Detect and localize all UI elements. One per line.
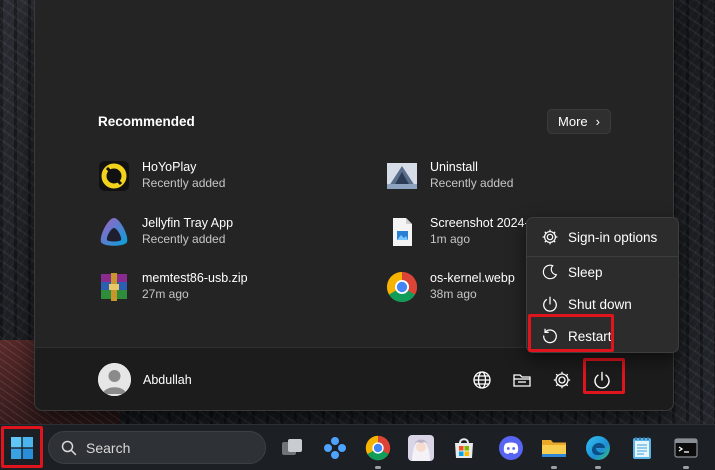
gear-icon (539, 226, 561, 248)
task-view-icon[interactable] (277, 433, 307, 463)
user-name: Abdullah (143, 373, 192, 387)
sign-in-options-menu-item[interactable]: Sign-in options (531, 222, 676, 252)
recommended-item-uninstall[interactable]: Uninstall Recently added (386, 156, 626, 196)
notepad-icon[interactable] (627, 433, 657, 463)
edge-icon[interactable] (583, 433, 613, 463)
power-icon (539, 293, 561, 315)
more-label: More (558, 114, 588, 129)
item-subtitle: Recently added (430, 176, 514, 190)
restart-highlight (528, 314, 614, 352)
recommended-item-hoyoplay[interactable]: HoYoPlay Recently added (98, 156, 338, 196)
item-name: memtest86-usb.zip (142, 271, 248, 285)
item-name: Screenshot 2024-0 (430, 216, 536, 230)
running-indicator (683, 466, 689, 469)
power-button-highlight (583, 358, 625, 394)
search-input[interactable]: Search (48, 431, 266, 464)
chevron-right-icon: › (595, 114, 600, 129)
item-name: os-kernel.webp (430, 271, 515, 285)
search-icon (61, 440, 77, 456)
item-subtitle: 1m ago (430, 232, 471, 246)
settings-gear-icon[interactable] (548, 366, 576, 394)
globe-icon[interactable] (468, 366, 496, 394)
search-placeholder: Search (86, 439, 131, 456)
item-name: Uninstall (430, 160, 478, 174)
hoyoplay-icon (98, 160, 130, 192)
microsoft-store-icon[interactable] (449, 433, 479, 463)
discord-icon[interactable] (496, 433, 526, 463)
item-subtitle: Recently added (142, 232, 226, 246)
jellyfin-icon (98, 216, 130, 248)
running-indicator (595, 466, 601, 469)
more-button[interactable]: More › (547, 109, 611, 134)
item-subtitle: Recently added (142, 176, 226, 190)
running-indicator (551, 466, 557, 469)
recommended-item-memtest-zip[interactable]: memtest86-usb.zip 27m ago (98, 267, 338, 307)
running-indicator (375, 466, 381, 469)
avatar[interactable] (98, 363, 131, 396)
anime-game-icon[interactable] (406, 433, 436, 463)
menu-item-label: Shut down (568, 296, 632, 312)
moon-icon (539, 261, 561, 283)
item-name: Jellyfin Tray App (142, 216, 234, 230)
game-controller-icon[interactable] (320, 433, 350, 463)
image-file-icon (386, 216, 418, 248)
sleep-menu-item[interactable]: Sleep (531, 257, 676, 287)
recommended-item-jellyfin[interactable]: Jellyfin Tray App Recently added (98, 212, 338, 252)
item-name: HoYoPlay (142, 160, 197, 174)
taskbar: Search (0, 424, 715, 470)
chrome-icon (386, 271, 418, 303)
recommended-title: Recommended (98, 114, 195, 129)
menu-item-label: Sign-in options (568, 229, 658, 245)
item-subtitle: 38m ago (430, 287, 477, 301)
uninstall-icon (386, 160, 418, 192)
chrome-icon[interactable] (363, 433, 393, 463)
user-bar: Abdullah (35, 347, 673, 410)
menu-item-label: Sleep (568, 264, 603, 280)
winrar-archive-icon (98, 271, 130, 303)
file-explorer-icon[interactable] (539, 433, 569, 463)
file-explorer-icon[interactable] (508, 366, 536, 394)
terminal-icon[interactable] (671, 433, 701, 463)
item-subtitle: 27m ago (142, 287, 189, 301)
start-button-highlight (1, 426, 43, 468)
